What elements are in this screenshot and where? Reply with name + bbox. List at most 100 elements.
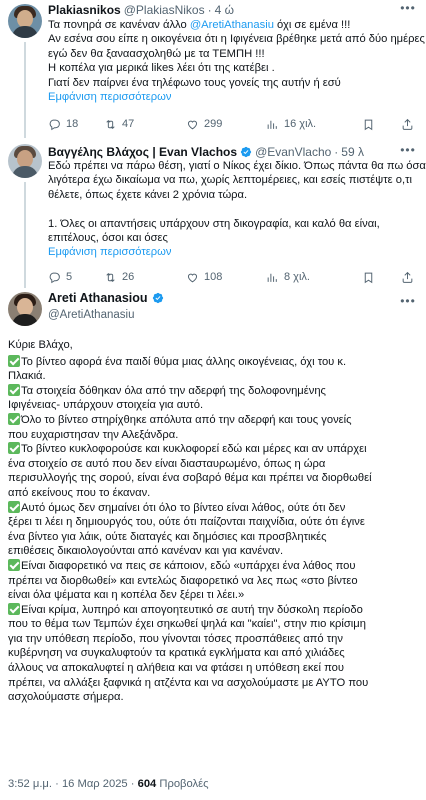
- heart-icon: [186, 118, 199, 131]
- tweet-line: Εδώ πρέπει να πάρω θέση, γιατί ο Νίκος έ…: [48, 160, 426, 172]
- views-count: 16 χιλ.: [284, 118, 317, 130]
- reply-icon: [48, 271, 61, 284]
- main-tweet-line: πρέπει, να αλλάξει ξαφνικά η ατζέντα και…: [8, 676, 369, 689]
- tweet-plakiasnikos[interactable]: Plakiasnikos @PlakiasNikos · 4 ώ ••• Τα …: [0, 0, 426, 140]
- bookmark-icon: [362, 118, 375, 131]
- author-name[interactable]: Areti Athanasiou: [48, 291, 148, 305]
- tweet-meta: 3:52 μ.μ. · 16 Μαρ 2025 · 604 Προβολές: [8, 778, 209, 790]
- main-tweet-line: επιθέσεις δικαιολογούνται από κανέναν κα…: [8, 545, 284, 558]
- reply-count: 5: [66, 271, 73, 283]
- thread-connector: [24, 42, 26, 138]
- tweet-line: εγώ δεν θα ξαναασχοληθώ με τα ΤΕΜΠΗ !!!: [48, 47, 265, 60]
- share-icon: [401, 118, 414, 131]
- tweet-line: λιγότερα έχω δικαίωμα να πω, χωρίς λεπτο…: [48, 174, 412, 187]
- tweet-line: 1. Όλες οι απαντήσεις υπάρχουν στη δικογ…: [48, 217, 380, 230]
- bookmark-button[interactable]: [362, 118, 375, 131]
- main-tweet-line: κυβέρνηση να συγκαλυφτούν τα κρατικά εγκ…: [8, 647, 345, 660]
- main-tweet-line: άλλους να αποκαλυφτεί η αλήθεια και να φ…: [8, 662, 344, 675]
- main-tweet-line: από εκείνους που το έκαναν.: [8, 486, 151, 499]
- author-handle[interactable]: @EvanVlacho: [255, 145, 331, 159]
- tweet-line: Αν εσένα σου είπε η οικογένεια ότι η Ιφι…: [48, 33, 425, 46]
- bookmark-icon: [362, 271, 375, 284]
- main-tweet-text: Κύριε Βλάχο, Το βίντεο αφορά ένα παιδί θ…: [8, 338, 418, 705]
- author-handle[interactable]: @PlakiasNikos: [124, 3, 205, 17]
- greeting-line: Κύριε Βλάχο,: [8, 339, 73, 351]
- views-count: 8 χιλ.: [284, 271, 310, 283]
- reply-icon: [48, 118, 61, 131]
- main-tweet-line: ένα βίντεο για λάικ, ούτε διαταγές και δ…: [8, 530, 327, 543]
- tweet-time[interactable]: 59 λ: [341, 145, 364, 159]
- show-more-link[interactable]: Εμφάνιση περισσότερων: [48, 90, 418, 104]
- views-icon: [266, 118, 279, 131]
- share-button[interactable]: [401, 271, 414, 284]
- bookmark-button[interactable]: [362, 271, 375, 284]
- verified-badge-icon: [152, 292, 164, 304]
- main-author-name-row: Areti Athanasiou: [48, 291, 164, 305]
- tweet-text: Τα πονηρά σε κανέναν άλλο @AretiAthanasi…: [48, 18, 425, 104]
- main-tweet-line: Το βίντεο κυκλοφορούσε και κυκλοφορεί εδ…: [8, 442, 418, 457]
- checkmark-emoji-icon: [8, 602, 20, 615]
- main-tweet-line: Όλο το βίντεο στηρίχθηκε απόλυτα από την…: [8, 412, 418, 428]
- tweet-line: θέλετε, όπως έχετε κάνει 2 χρόνια τώρα.: [48, 188, 248, 201]
- tweet-line: Τα πονηρά σε κανέναν άλλο @AretiAthanasi…: [48, 19, 351, 31]
- views-icon: [266, 271, 279, 284]
- retweet-button[interactable]: 26: [104, 271, 186, 284]
- checkmark-emoji-icon: [8, 558, 20, 571]
- thread-connector: [24, 182, 26, 288]
- main-tweet-line: Ιφιγένειας- υπάρχουν στοιχεία για αυτό.: [8, 399, 204, 412]
- share-button[interactable]: [401, 118, 414, 131]
- author-handle[interactable]: @AretiAthanasiu: [48, 309, 134, 321]
- like-button[interactable]: 299: [186, 118, 266, 131]
- tweet-text: Εδώ πρέπει να πάρω θέση, γιατί ο Νίκος έ…: [48, 159, 426, 260]
- main-tweet-line: ξέρει τι λέει η δημιουργός του, ούτε ότι…: [8, 516, 365, 529]
- main-tweet-line: Το βίντεο αφορά ένα παιδί θύμα μιας άλλη…: [8, 354, 418, 370]
- retweet-button[interactable]: 47: [104, 118, 186, 131]
- avatar-evan-vlachos[interactable]: [8, 144, 42, 178]
- main-tweet-line: πρέπει να διορθωθεί» και εντελώς διαφορε…: [8, 574, 358, 587]
- like-button[interactable]: 108: [186, 271, 266, 284]
- more-options-icon[interactable]: •••: [400, 144, 416, 157]
- action-bar: 5 26 108 8 χιλ.: [48, 269, 418, 285]
- author-name[interactable]: Βαγγέλης Βλάχος | Evan Vlachos: [48, 145, 237, 159]
- separator-dot: ·: [334, 145, 339, 159]
- reply-button[interactable]: 18: [48, 118, 104, 131]
- author-name[interactable]: Plakiasnikos: [48, 3, 121, 17]
- views-button[interactable]: 8 χιλ.: [266, 271, 346, 284]
- tweet-line: Γιατί δεν παίρνει ένα τηλέφωνο τους γονε…: [48, 76, 341, 89]
- main-tweet-line: ένα στοιχείο σε αυτό που δεν είναι διαστ…: [8, 457, 326, 470]
- reply-count: 18: [66, 118, 79, 130]
- tweet-date[interactable]: 16 Μαρ 2025: [62, 778, 128, 790]
- retweet-count: 47: [122, 118, 135, 130]
- like-count: 108: [204, 271, 223, 283]
- checkmark-emoji-icon: [8, 383, 20, 396]
- retweet-icon: [104, 118, 117, 131]
- heart-icon: [186, 271, 199, 284]
- tweet-evan-vlachos[interactable]: Βαγγέλης Βλάχος | Evan Vlachos @EvanVlac…: [0, 142, 426, 290]
- main-tweet-line: Πλακιά.: [8, 370, 46, 383]
- checkmark-emoji-icon: [8, 354, 20, 367]
- main-tweet-line: Είναι διαφορετικό να πεις σε κάποιον, εδ…: [8, 558, 418, 574]
- action-bar: 18 47 299 16 χιλ.: [48, 116, 418, 132]
- tweet-line: Η κοπέλα για μερικά likes λέει ότι της κ…: [48, 62, 275, 75]
- views-button[interactable]: 16 χιλ.: [266, 118, 346, 131]
- main-tweet-line: που το θέμα των Τεμπών έχει σηκωθεί ψηλά…: [8, 618, 366, 631]
- more-options-icon[interactable]: •••: [400, 295, 416, 308]
- show-more-link[interactable]: Εμφάνιση περισσότερων: [48, 245, 418, 259]
- tweet-line: [48, 202, 418, 216]
- checkmark-emoji-icon: [8, 412, 20, 425]
- tweet-time[interactable]: 4 ώ: [215, 3, 234, 17]
- main-tweet-line: Είναι κρίμα, λυπηρό και απογοητευτικό σε…: [8, 602, 418, 618]
- tweet-time[interactable]: 3:52 μ.μ.: [8, 778, 52, 790]
- retweet-count: 26: [122, 271, 135, 283]
- main-tweet-line: Τα στοιχεία δόθηκαν όλα από την αδερφή τ…: [8, 383, 418, 399]
- avatar-plakiasnikos[interactable]: [8, 4, 42, 38]
- checkmark-emoji-icon: [8, 500, 20, 513]
- reply-button[interactable]: 5: [48, 271, 104, 284]
- retweet-icon: [104, 271, 117, 284]
- views-count: 604: [137, 778, 157, 790]
- avatar-areti-athanasiou[interactable]: [8, 292, 42, 326]
- main-tweet-line: που ευχαριστησαν την Αλεξάνδρα.: [8, 428, 179, 441]
- more-options-icon[interactable]: •••: [400, 2, 416, 15]
- mention-link[interactable]: @AretiAthanasiu: [190, 19, 274, 31]
- main-tweet-line: είναι όλα ψέματα και η κοπέλα δεν ξέρει …: [8, 589, 245, 602]
